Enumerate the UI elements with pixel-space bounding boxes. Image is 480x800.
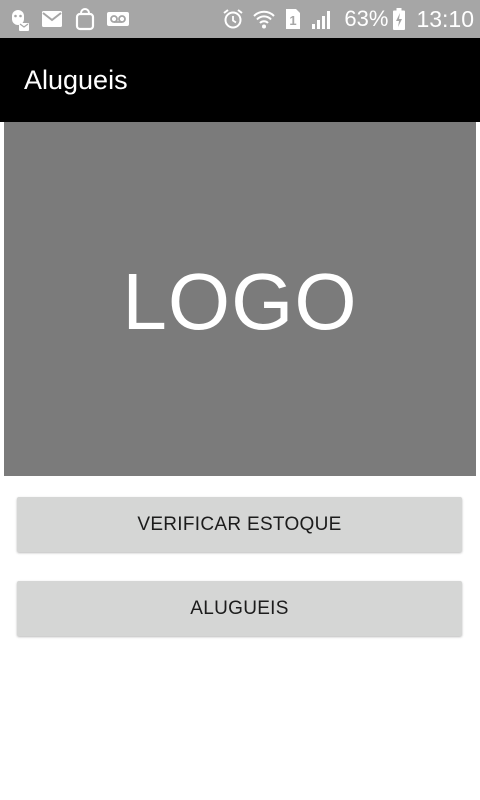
status-bar-notifications: [6, 7, 140, 31]
check-stock-button[interactable]: VERIFICAR ESTOQUE: [17, 497, 462, 552]
voicemail-icon: [106, 10, 130, 28]
rentals-button[interactable]: ALUGUEIS: [17, 581, 462, 636]
notification-app-icon: [6, 7, 30, 31]
check-stock-button-label: VERIFICAR ESTOQUE: [137, 513, 342, 535]
rentals-button-label: ALUGUEIS: [190, 597, 289, 619]
status-bar-system: 1 63% 13:10: [214, 6, 474, 33]
sim-slot-number: 1: [290, 13, 297, 28]
logo-placeholder: LOGO: [4, 122, 476, 476]
alarm-icon: [222, 8, 244, 30]
status-clock: 13:10: [416, 5, 474, 32]
battery-charging-icon: [392, 7, 406, 31]
shopping-bag-icon: [74, 7, 96, 31]
logo-text: LOGO: [122, 257, 358, 346]
app-bar: Alugueis: [0, 38, 480, 122]
signal-icon: [310, 8, 334, 30]
wifi-icon: [252, 7, 276, 31]
page-title: Alugueis: [24, 64, 128, 95]
sim-icon: 1: [284, 7, 302, 31]
battery-percentage: 63%: [344, 6, 389, 31]
mail-icon: [40, 9, 64, 29]
status-bar: 1 63% 13:10: [0, 0, 480, 38]
